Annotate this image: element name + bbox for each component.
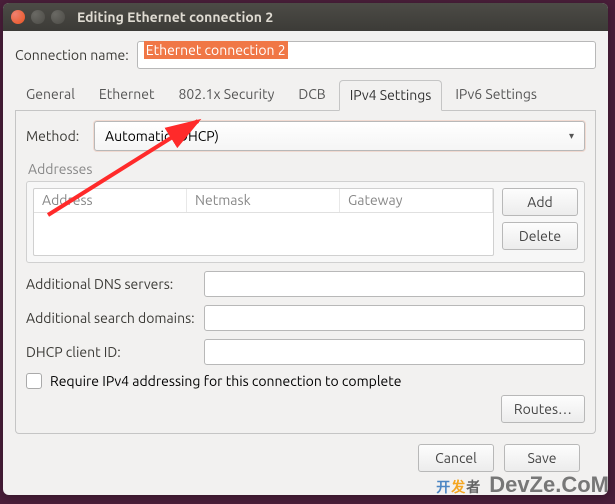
chevron-down-icon: ▾ <box>569 130 574 142</box>
connection-name-row: Connection name: Ethernet connection 2 <box>15 41 596 69</box>
dialog-window: Editing Ethernet connection 2 Connection… <box>3 3 608 495</box>
cancel-button[interactable]: Cancel <box>418 444 494 472</box>
close-icon[interactable] <box>11 10 25 24</box>
method-row: Method: Automatic (DHCP) ▾ <box>26 121 585 151</box>
connection-name-input[interactable]: Ethernet connection 2 <box>137 41 596 69</box>
tab-dcb[interactable]: DCB <box>287 79 336 110</box>
method-value: Automatic (DHCP) <box>105 128 219 144</box>
col-netmask[interactable]: Netmask <box>187 189 340 212</box>
tabs: General Ethernet 802.1x Security DCB IPv… <box>15 79 596 111</box>
require-label: Require IPv4 addressing for this connect… <box>50 373 401 389</box>
ipv4-panel: Method: Automatic (DHCP) ▾ Addresses Add… <box>15 111 596 434</box>
method-label: Method: <box>26 128 86 144</box>
addresses-header: Address Netmask Gateway <box>34 189 493 213</box>
addresses-box: Address Netmask Gateway Add Delete <box>26 181 585 263</box>
dialog-footer: Cancel Save <box>15 434 596 472</box>
method-dropdown[interactable]: Automatic (DHCP) ▾ <box>94 121 585 151</box>
connection-name-value: Ethernet connection 2 <box>144 41 288 59</box>
tab-ipv4-settings[interactable]: IPv4 Settings <box>339 80 443 111</box>
tab-ipv6-settings[interactable]: IPv6 Settings <box>444 79 548 110</box>
save-button[interactable]: Save <box>504 444 580 472</box>
col-gateway[interactable]: Gateway <box>340 189 493 212</box>
dns-label: Additional DNS servers: <box>26 276 196 292</box>
connection-name-label: Connection name: <box>15 47 129 63</box>
add-button[interactable]: Add <box>502 188 578 216</box>
col-address[interactable]: Address <box>34 189 187 212</box>
dhcp-id-row: DHCP client ID: <box>26 339 585 365</box>
dns-input[interactable] <box>204 271 585 297</box>
window-title: Editing Ethernet connection 2 <box>77 9 273 25</box>
minimize-icon[interactable] <box>31 10 45 24</box>
content-area: Connection name: Ethernet connection 2 G… <box>3 31 608 482</box>
addresses-label: Addresses <box>28 161 585 177</box>
addresses-table[interactable]: Address Netmask Gateway <box>33 188 494 256</box>
titlebar: Editing Ethernet connection 2 <box>3 3 608 31</box>
routes-row: Routes… <box>26 395 585 423</box>
search-domains-input[interactable] <box>204 305 585 331</box>
require-row: Require IPv4 addressing for this connect… <box>26 373 585 389</box>
dhcp-id-label: DHCP client ID: <box>26 344 196 360</box>
dhcp-id-input[interactable] <box>204 339 585 365</box>
tab-8021x-security[interactable]: 802.1x Security <box>168 79 286 110</box>
watermark-site: DevZe.CoM <box>489 472 609 498</box>
addresses-buttons: Add Delete <box>502 188 578 256</box>
watermark: 开发者 DevZe.CoM <box>436 472 609 498</box>
search-domains-row: Additional search domains: <box>26 305 585 331</box>
tab-ethernet[interactable]: Ethernet <box>88 79 166 110</box>
delete-button[interactable]: Delete <box>502 222 578 250</box>
watermark-logo: 开发者 <box>436 473 481 497</box>
require-checkbox[interactable] <box>26 373 42 389</box>
dns-row: Additional DNS servers: <box>26 271 585 297</box>
routes-button[interactable]: Routes… <box>501 395 585 423</box>
search-domains-label: Additional search domains: <box>26 310 196 326</box>
tab-general[interactable]: General <box>15 79 86 110</box>
maximize-icon[interactable] <box>51 10 65 24</box>
